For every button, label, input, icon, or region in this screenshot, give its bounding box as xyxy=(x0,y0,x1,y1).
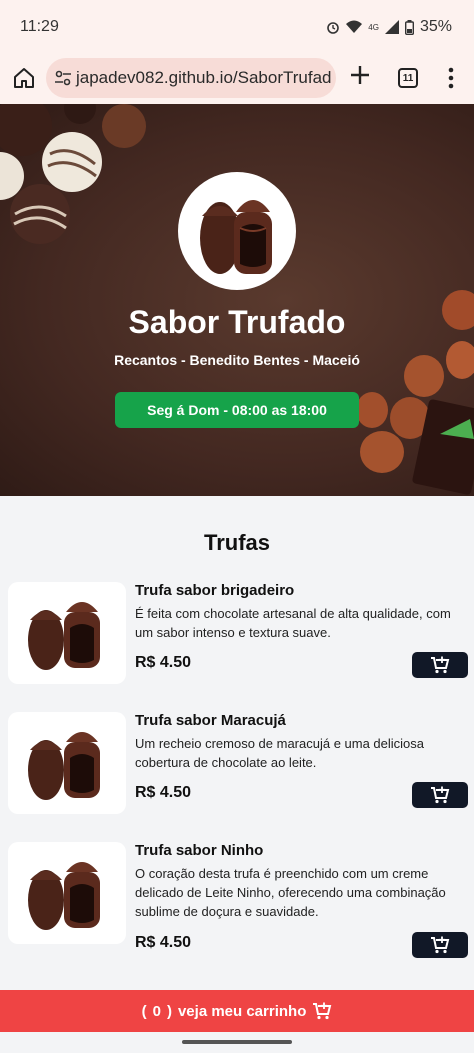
product-name: Trufa sabor Maracujá xyxy=(135,712,286,729)
product-name: Trufa sabor Ninho xyxy=(135,842,264,859)
product-item: Trufa sabor brigadeiro É feita com choco… xyxy=(8,582,468,686)
add-to-cart-button[interactable] xyxy=(412,782,468,808)
add-to-cart-button[interactable] xyxy=(412,932,468,958)
cart-label: veja meu carrinho xyxy=(177,1002,307,1020)
more-menu-icon[interactable] xyxy=(446,66,456,90)
network-type: 4G xyxy=(368,22,379,32)
cart-close-paren: ) xyxy=(166,1002,172,1020)
product-image xyxy=(8,582,126,684)
shop-logo xyxy=(178,172,296,290)
hero-background-art xyxy=(0,104,474,495)
add-cart-icon xyxy=(431,936,450,954)
status-icons: 4G 35% xyxy=(326,18,452,36)
hero-banner: Sabor Trufado Recantos - Benedito Bentes… xyxy=(0,104,474,496)
cart-icon xyxy=(313,1002,332,1020)
site-settings-icon[interactable] xyxy=(54,69,72,87)
product-description: O coração desta trufa é preenchido com u… xyxy=(135,866,446,919)
battery-level: 35% xyxy=(419,18,452,35)
shop-address: Recantos - Benedito Bentes - Maceió xyxy=(114,352,360,368)
truffle-image xyxy=(200,200,272,274)
product-description: Um recheio cremoso de maracujá e uma del… xyxy=(135,736,425,770)
add-cart-icon xyxy=(431,786,450,804)
status-bar: 11:29 4G 35% xyxy=(0,0,474,56)
tab-count: 11 xyxy=(402,72,414,84)
browser-toolbar: japadev082.github.io/SaborTrufad 11 xyxy=(0,56,474,104)
product-name: Trufa sabor brigadeiro xyxy=(135,582,295,599)
product-image xyxy=(8,712,126,814)
view-cart-button[interactable]: ( 0 ) veja meu carrinho xyxy=(0,990,474,1032)
product-image xyxy=(8,842,126,944)
tab-switcher-button[interactable]: 11 xyxy=(398,68,418,88)
url-text[interactable]: japadev082.github.io/SaborTrufad xyxy=(76,68,332,88)
add-to-cart-button[interactable] xyxy=(412,652,468,678)
new-tab-icon[interactable] xyxy=(349,64,371,86)
add-cart-icon xyxy=(431,656,450,674)
wifi-icon xyxy=(346,20,363,33)
product-item: Trufa sabor Maracujá Um recheio cremoso … xyxy=(8,712,468,816)
product-description: É feita com chocolate artesanal de alta … xyxy=(135,606,451,640)
address-bar[interactable]: japadev082.github.io/SaborTrufad xyxy=(46,58,336,98)
signal-icon xyxy=(384,20,399,34)
cart-count: 0 xyxy=(152,1002,161,1020)
gesture-bar xyxy=(0,1032,474,1053)
cart-open-paren: ( xyxy=(141,1002,147,1020)
product-price: R$ 4.50 xyxy=(135,784,192,801)
alarm-icon xyxy=(327,22,340,34)
product-price: R$ 4.50 xyxy=(135,934,192,951)
home-icon[interactable] xyxy=(12,64,36,92)
status-time: 11:29 xyxy=(20,18,59,35)
battery-icon xyxy=(404,19,414,35)
shop-title: Sabor Trufado xyxy=(128,304,346,340)
opening-hours-badge: Seg á Dom - 08:00 as 18:00 xyxy=(115,392,359,428)
product-item: Trufa sabor Ninho O coração desta trufa … xyxy=(8,842,468,960)
section-title: Trufas xyxy=(203,530,271,555)
product-price: R$ 4.50 xyxy=(135,654,192,671)
home-indicator[interactable] xyxy=(182,1040,292,1044)
